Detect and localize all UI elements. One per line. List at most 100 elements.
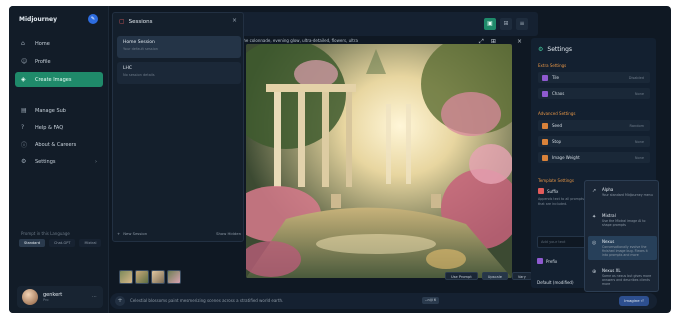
- setting-value: None: [634, 139, 644, 144]
- menu-item-description: Conversationally evolve the finished ima…: [602, 245, 648, 258]
- help-icon: ?: [21, 124, 25, 131]
- settings-title: Settings: [547, 46, 572, 53]
- sidebar-item-label: Profile: [35, 58, 51, 65]
- gallery-view-icon[interactable]: ⊞: [500, 18, 512, 30]
- tile-icon: [542, 74, 548, 81]
- session-subtitle: No session details: [123, 73, 155, 77]
- grid-icon[interactable]: ⊞: [491, 38, 496, 46]
- language-option-chatgpt[interactable]: Chat-GPT: [48, 239, 76, 247]
- menu-item-mixtral[interactable]: ✦ Mixtral Use the Mixtral image AI to sh…: [588, 210, 657, 234]
- avatar: [22, 289, 38, 305]
- arrow-icon: ↗: [592, 188, 597, 194]
- image-prompt-caption: ...the colonnade, evening glow, ultra-de…: [238, 38, 358, 43]
- sidebar-item-label: Create Images: [35, 76, 72, 83]
- chevron-right-icon: ›: [95, 158, 97, 165]
- language-selector: Standard Chat-GPT Mixtral: [19, 239, 102, 247]
- use-prompt-button[interactable]: Use Prompt: [445, 272, 478, 280]
- session-item[interactable]: LHC No session details: [117, 62, 241, 84]
- close-icon[interactable]: ×: [517, 38, 522, 45]
- session-item[interactable]: Home Session Your default session: [117, 36, 241, 58]
- view-toggle-group: ▣ ⊞ ≡: [484, 18, 528, 30]
- template-settings-title: Template Settings: [538, 178, 574, 183]
- sidebar-item-manage-sub[interactable]: ▤ Manage Sub: [15, 103, 103, 118]
- new-session-button[interactable]: + New Session: [117, 231, 147, 236]
- setting-label: Stop: [552, 139, 562, 144]
- menu-item-alpha[interactable]: ↗ Alpha Your standard Midjourney menu: [588, 184, 657, 208]
- sidebar-item-home[interactable]: ⌂ Home: [15, 36, 103, 51]
- prompt-input[interactable]: Celestial blossoms paint mesmerizing sce…: [130, 298, 283, 303]
- suffix-input[interactable]: Add your text: [537, 236, 590, 248]
- language-option-mixtral[interactable]: Mixtral: [79, 239, 102, 247]
- model-dropdown-menu: ↗ Alpha Your standard Midjourney menu ✦ …: [584, 180, 659, 292]
- home-icon: ⌂: [21, 40, 25, 47]
- close-icon[interactable]: ×: [232, 17, 237, 24]
- sidebar-item-label: Settings: [35, 158, 56, 165]
- menu-item-nexus-xl[interactable]: ⊕ Nexus XL Same as nexus but gives more …: [588, 265, 657, 289]
- generated-image[interactable]: [246, 44, 512, 278]
- setting-tile[interactable]: Tile Disabled: [538, 72, 650, 83]
- sidebar-item-profile[interactable]: ☺ Profile: [15, 54, 103, 69]
- setting-label: Image Weight: [552, 155, 580, 160]
- setting-label: Tile: [552, 75, 560, 80]
- language-option-standard[interactable]: Standard: [19, 239, 45, 247]
- thumbnail[interactable]: [119, 270, 133, 284]
- user-plan: Pro: [43, 298, 49, 302]
- thumbnail[interactable]: [135, 270, 149, 284]
- setting-image-weight[interactable]: Image Weight None: [538, 152, 650, 163]
- advanced-settings-title: Advanced Settings: [538, 111, 576, 116]
- menu-item-description: Same as nexus but gives more answers and…: [602, 274, 652, 287]
- setting-chaos[interactable]: Chaos None: [538, 88, 650, 99]
- sessions-icon: ▢: [119, 18, 125, 25]
- sessions-header: ▢ Sessions: [119, 18, 153, 25]
- add-icon[interactable]: +: [115, 296, 125, 306]
- prefix-label: Prefix: [546, 258, 558, 264]
- sidebar-item-label: Home: [35, 40, 50, 47]
- prefix-setting[interactable]: Prefix: [537, 258, 557, 264]
- session-subtitle: Your default session: [123, 47, 158, 51]
- suffix-label: Suffix: [538, 188, 590, 194]
- session-title: LHC: [123, 66, 133, 71]
- stop-icon: [542, 138, 548, 145]
- target-icon: ◎: [592, 240, 597, 246]
- prompt-parameter-tag[interactable]: --niji 6: [422, 297, 440, 304]
- sidebar-item-settings[interactable]: ⚙ Settings ›: [15, 154, 103, 169]
- grid-view-icon[interactable]: ▣: [484, 18, 496, 30]
- menu-item-title: Alpha: [602, 187, 614, 192]
- more-icon[interactable]: ⋯: [92, 294, 97, 300]
- subscription-icon: ▤: [21, 107, 27, 114]
- user-card[interactable]: genkert Pro ⋯: [17, 286, 103, 308]
- menu-item-nexus[interactable]: ◎ Nexus Conversationally evolve the fini…: [588, 236, 657, 260]
- brand-logo: Midjourney: [19, 16, 57, 23]
- settings-icon: ⚙: [538, 46, 544, 53]
- setting-label: Chaos: [552, 91, 565, 96]
- thumbnail[interactable]: [151, 270, 165, 284]
- show-hidden-button[interactable]: Show Hidden: [216, 231, 241, 236]
- sessions-panel: ▢ Sessions × Home Session Your default s…: [112, 12, 244, 242]
- list-view-icon[interactable]: ≡: [516, 18, 528, 30]
- sidebar-item-label: About & Careers: [35, 141, 77, 148]
- sessions-title: Sessions: [128, 18, 153, 25]
- thumbnail[interactable]: [167, 270, 181, 284]
- sparkle-icon: ✦: [592, 214, 597, 220]
- default-preset[interactable]: Default (modified): [537, 280, 574, 285]
- setting-label: Seed: [552, 123, 562, 128]
- imagine-button[interactable]: Imagine ⏎: [619, 296, 649, 306]
- menu-item-title: Nexus: [602, 239, 615, 244]
- sidebar-item-create-images[interactable]: ◈ Create Images: [15, 72, 103, 87]
- setting-seed[interactable]: Seed Random: [538, 120, 650, 131]
- image-tools: ⤢ ⊞: [479, 38, 496, 46]
- suffix-setting: Suffix Appends text to all prompts that …: [538, 188, 590, 233]
- edit-icon[interactable]: ✎: [88, 14, 98, 24]
- menu-item-description: Use the Mixtral image AI to shape prompt…: [602, 219, 646, 228]
- prompt-bar: + Celestial blossoms paint mesmerizing s…: [110, 293, 657, 309]
- setting-stop[interactable]: Stop None: [538, 136, 650, 147]
- setting-value: None: [634, 91, 644, 96]
- expand-icon[interactable]: ⤢: [479, 38, 484, 46]
- vary-button[interactable]: Vary: [511, 272, 532, 280]
- upscale-button[interactable]: Upscale: [481, 272, 508, 280]
- suffix-label-text: Suffix: [547, 188, 559, 194]
- menu-item-title: Mixtral: [602, 213, 616, 218]
- sidebar-item-about[interactable]: ⓘ About & Careers: [15, 137, 103, 152]
- sidebar-item-help[interactable]: ? Help & FAQ: [15, 120, 103, 135]
- setting-value: None: [634, 155, 644, 160]
